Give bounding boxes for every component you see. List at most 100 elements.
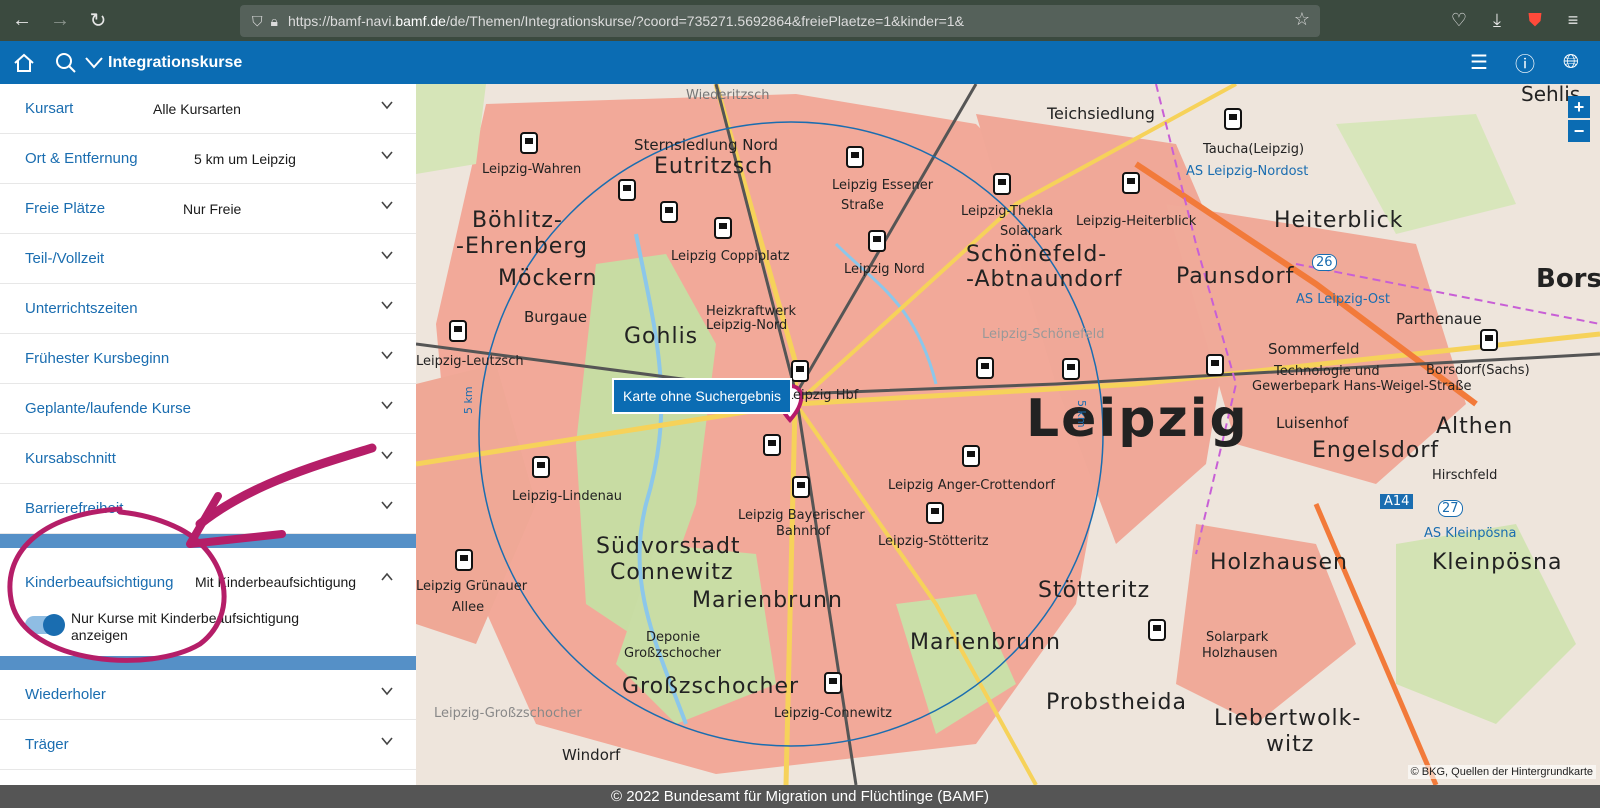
station-icon[interactable] bbox=[824, 672, 842, 694]
map-label: Schönefeld- bbox=[966, 242, 1108, 267]
map-label: Leipzig-Leutzsch bbox=[416, 354, 524, 369]
chevron-down-icon[interactable] bbox=[84, 41, 104, 84]
station-icon[interactable] bbox=[1206, 354, 1224, 376]
chevron-down-icon[interactable] bbox=[380, 448, 394, 465]
zoom-in-button[interactable]: + bbox=[1568, 96, 1590, 118]
tracking-shield-icon[interactable]: ⛉ bbox=[252, 13, 263, 30]
pocket-icon[interactable]: ♡ bbox=[1440, 4, 1478, 36]
station-icon[interactable] bbox=[1062, 358, 1080, 380]
station-icon[interactable] bbox=[792, 476, 810, 498]
address-bar[interactable]: ⛉ 🔒︎ https://bamf-navi. bamf.de/de/Themen… bbox=[240, 5, 1320, 37]
map-label: Leipzig-Thekla bbox=[961, 204, 1054, 219]
filter-row-ort[interactable]: Ort & Entfernung 5 km um Leipzig bbox=[0, 134, 416, 184]
map-label: Wiederitzsch bbox=[686, 88, 770, 103]
filter-label: Teil-/Vollzeit bbox=[25, 250, 105, 267]
station-icon[interactable] bbox=[1122, 172, 1140, 194]
chevron-down-icon[interactable] bbox=[380, 298, 394, 315]
filter-row-kursart[interactable]: Kursart Alle Kursarten bbox=[0, 84, 416, 134]
chevron-down-icon[interactable] bbox=[380, 398, 394, 415]
station-icon[interactable] bbox=[449, 320, 467, 342]
filter-sidebar: Kursart Alle Kursarten Ort & Entfernung … bbox=[0, 84, 416, 785]
filter-row-traeger[interactable]: Träger bbox=[0, 720, 416, 770]
map-label: Großzschocher bbox=[622, 674, 800, 699]
station-icon[interactable] bbox=[763, 434, 781, 456]
app-header: Integrationskurse ☰ ⓘ 🌐︎ bbox=[0, 41, 1600, 84]
filter-row-geplante-kurse[interactable]: Geplante/laufende Kurse bbox=[0, 384, 416, 434]
station-icon[interactable] bbox=[846, 146, 864, 168]
station-icon[interactable] bbox=[791, 360, 809, 382]
map-label: Leipzig-Nord bbox=[706, 318, 788, 333]
filter-row-kursabschnitt[interactable]: Kursabschnitt bbox=[0, 434, 416, 484]
search-icon[interactable] bbox=[48, 41, 84, 84]
filter-label: Ort & Entfernung bbox=[25, 150, 138, 167]
map-label: Solarpark bbox=[1000, 224, 1063, 239]
map-label: Marienbrunn bbox=[692, 588, 843, 613]
page-title[interactable]: Integrationskurse bbox=[108, 54, 242, 72]
map-view[interactable]: Wiederitzsch Sehlis Teichsiedlung Sterns… bbox=[416, 84, 1600, 785]
station-icon[interactable] bbox=[455, 549, 473, 571]
station-icon[interactable] bbox=[618, 179, 636, 201]
station-icon[interactable] bbox=[1224, 108, 1242, 130]
station-icon[interactable] bbox=[1148, 619, 1166, 641]
section-separator bbox=[0, 534, 416, 548]
filter-label: Kursabschnitt bbox=[25, 450, 116, 467]
station-icon[interactable] bbox=[1480, 329, 1498, 351]
filter-row-wiederholer[interactable]: Wiederholer bbox=[0, 670, 416, 720]
station-icon[interactable] bbox=[714, 217, 732, 239]
language-globe-icon[interactable]: 🌐︎ bbox=[1548, 51, 1594, 74]
zoom-out-button[interactable]: − bbox=[1568, 120, 1590, 142]
help-icon[interactable]: ⓘ bbox=[1502, 48, 1548, 77]
station-icon[interactable] bbox=[660, 201, 678, 223]
menu-icon[interactable]: ≡ bbox=[1554, 4, 1592, 36]
home-icon[interactable] bbox=[6, 41, 42, 84]
map-attribution[interactable]: © BKG, Quellen der Hintergrundkarte bbox=[1407, 765, 1596, 779]
map-label: AS Leipzig-Nordost bbox=[1186, 164, 1309, 179]
map-label: Leipzig-Wahren bbox=[482, 162, 582, 177]
map-label: Teichsiedlung bbox=[1047, 104, 1155, 123]
radius-label: 5 km bbox=[462, 386, 475, 414]
map-label: Großzschocher bbox=[624, 646, 721, 661]
map-label: Leipzig Nord bbox=[844, 262, 925, 277]
childcare-toggle[interactable] bbox=[25, 614, 65, 636]
chevron-down-icon[interactable] bbox=[380, 98, 394, 115]
station-icon[interactable] bbox=[993, 173, 1011, 195]
station-icon[interactable] bbox=[926, 502, 944, 524]
station-icon[interactable] bbox=[962, 445, 980, 467]
extension-shield-icon[interactable]: ⛊ bbox=[1516, 4, 1554, 36]
chevron-down-icon[interactable] bbox=[380, 348, 394, 365]
back-icon[interactable]: ← bbox=[6, 5, 38, 37]
filter-row-teilzeit[interactable]: Teil-/Vollzeit bbox=[0, 234, 416, 284]
map-label: Leipzig Coppiplatz bbox=[671, 249, 790, 264]
filter-row-freie-plaetze[interactable]: Freie Plätze Nur Freie bbox=[0, 184, 416, 234]
station-icon[interactable] bbox=[532, 456, 550, 478]
chevron-down-icon[interactable] bbox=[380, 498, 394, 515]
chevron-down-icon[interactable] bbox=[380, 734, 394, 751]
map-label: AS Kleinpösna bbox=[1424, 526, 1517, 541]
station-icon[interactable] bbox=[868, 230, 886, 252]
filter-label: Geplante/laufende Kurse bbox=[25, 400, 191, 417]
chevron-down-icon[interactable] bbox=[380, 198, 394, 215]
map-label: Holzhausen bbox=[1202, 646, 1278, 661]
chevron-down-icon[interactable] bbox=[380, 248, 394, 265]
download-icon[interactable]: ⤓ bbox=[1478, 4, 1516, 36]
filter-value: Mit Kinderbeaufsichtigung bbox=[195, 574, 357, 590]
road-badge: 27 bbox=[1438, 500, 1463, 517]
station-icon[interactable] bbox=[520, 132, 538, 154]
chevron-down-icon[interactable] bbox=[380, 684, 394, 701]
map-label: Bahnhof bbox=[776, 524, 831, 539]
filter-row-kursbeginn[interactable]: Frühester Kursbeginn bbox=[0, 334, 416, 384]
filter-row-barrierefreiheit[interactable]: Barrierefreiheit bbox=[0, 484, 416, 534]
map-label: Stötteritz bbox=[1038, 578, 1151, 603]
chevron-up-icon[interactable] bbox=[380, 570, 394, 589]
bookmark-star-icon[interactable]: ☆ bbox=[1294, 9, 1310, 30]
filter-row-kinderbeaufsichtigung[interactable]: Kinderbeaufsichtigung Mit Kinderbeaufsic… bbox=[0, 548, 416, 656]
map-label: Kleinpösna bbox=[1432, 550, 1563, 575]
lock-icon[interactable]: 🔒︎ bbox=[271, 13, 278, 30]
map-label: Technologie und bbox=[1274, 364, 1380, 379]
chevron-down-icon[interactable] bbox=[380, 148, 394, 165]
station-icon[interactable] bbox=[976, 357, 994, 379]
reload-icon[interactable]: ↻ bbox=[82, 5, 114, 37]
list-icon[interactable]: ☰ bbox=[1456, 50, 1502, 75]
forward-icon[interactable]: → bbox=[44, 5, 76, 37]
filter-row-unterrichtszeiten[interactable]: Unterrichtszeiten bbox=[0, 284, 416, 334]
